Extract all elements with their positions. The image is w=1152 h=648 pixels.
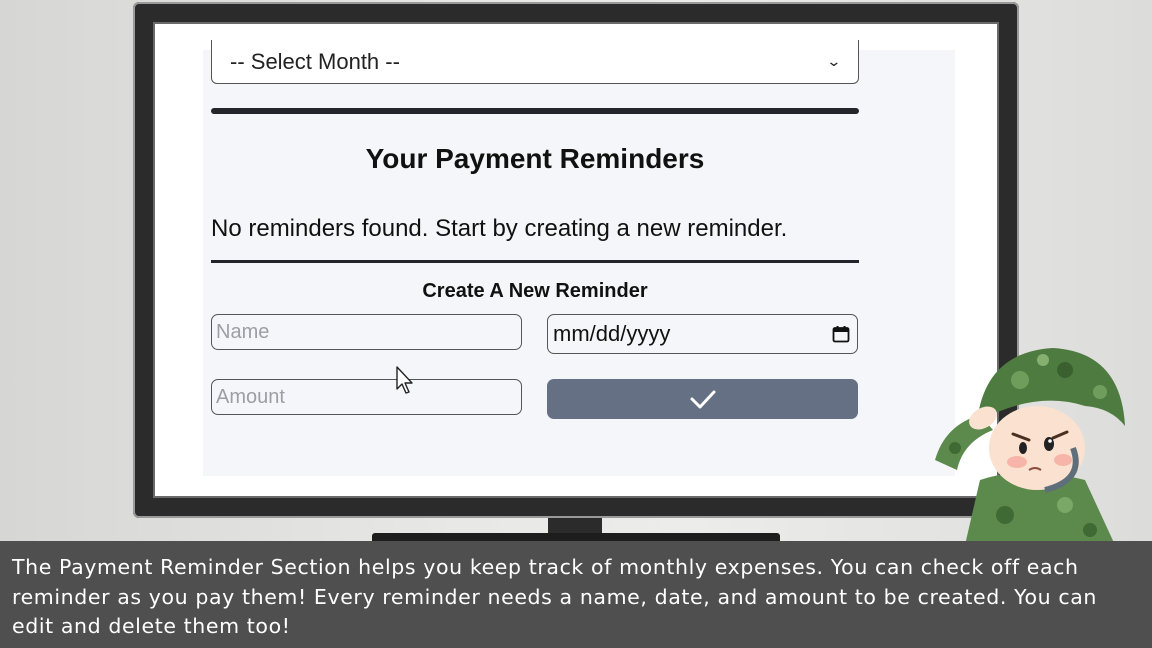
- calendar-icon[interactable]: [832, 325, 850, 343]
- form-divider: [211, 260, 859, 263]
- date-placeholder: mm/dd/yyyy: [553, 321, 671, 346]
- tutorial-caption: The Payment Reminder Section helps you k…: [0, 541, 1152, 648]
- mouse-cursor-icon: [396, 366, 413, 394]
- caption-text: The Payment Reminder Section helps you k…: [12, 555, 1097, 638]
- empty-reminders-message: No reminders found. Start by creating a …: [211, 215, 788, 242]
- tv-screen: -- Select Month -- ⌄ Your Payment Remind…: [153, 22, 999, 498]
- chevron-down-icon: ⌄: [826, 53, 842, 69]
- soldier-mascot-illustration: [935, 348, 1125, 545]
- reminders-title: Your Payment Reminders: [365, 143, 705, 174]
- month-select[interactable]: -- Select Month -- ⌄: [211, 40, 859, 84]
- name-input[interactable]: Name: [211, 314, 522, 350]
- create-reminder-title: Create A New Reminder: [422, 280, 648, 302]
- checkmark-icon: [690, 390, 715, 409]
- amount-input[interactable]: Amount: [211, 379, 522, 415]
- payment-reminder-app: -- Select Month -- ⌄ Your Payment Remind…: [203, 40, 955, 476]
- month-select-value: -- Select Month --: [230, 48, 400, 74]
- amount-placeholder: Amount: [216, 385, 285, 408]
- section-divider: [211, 108, 859, 114]
- create-reminder-button[interactable]: [547, 379, 858, 419]
- date-input[interactable]: mm/dd/yyyy: [547, 314, 858, 354]
- name-placeholder: Name: [216, 320, 270, 343]
